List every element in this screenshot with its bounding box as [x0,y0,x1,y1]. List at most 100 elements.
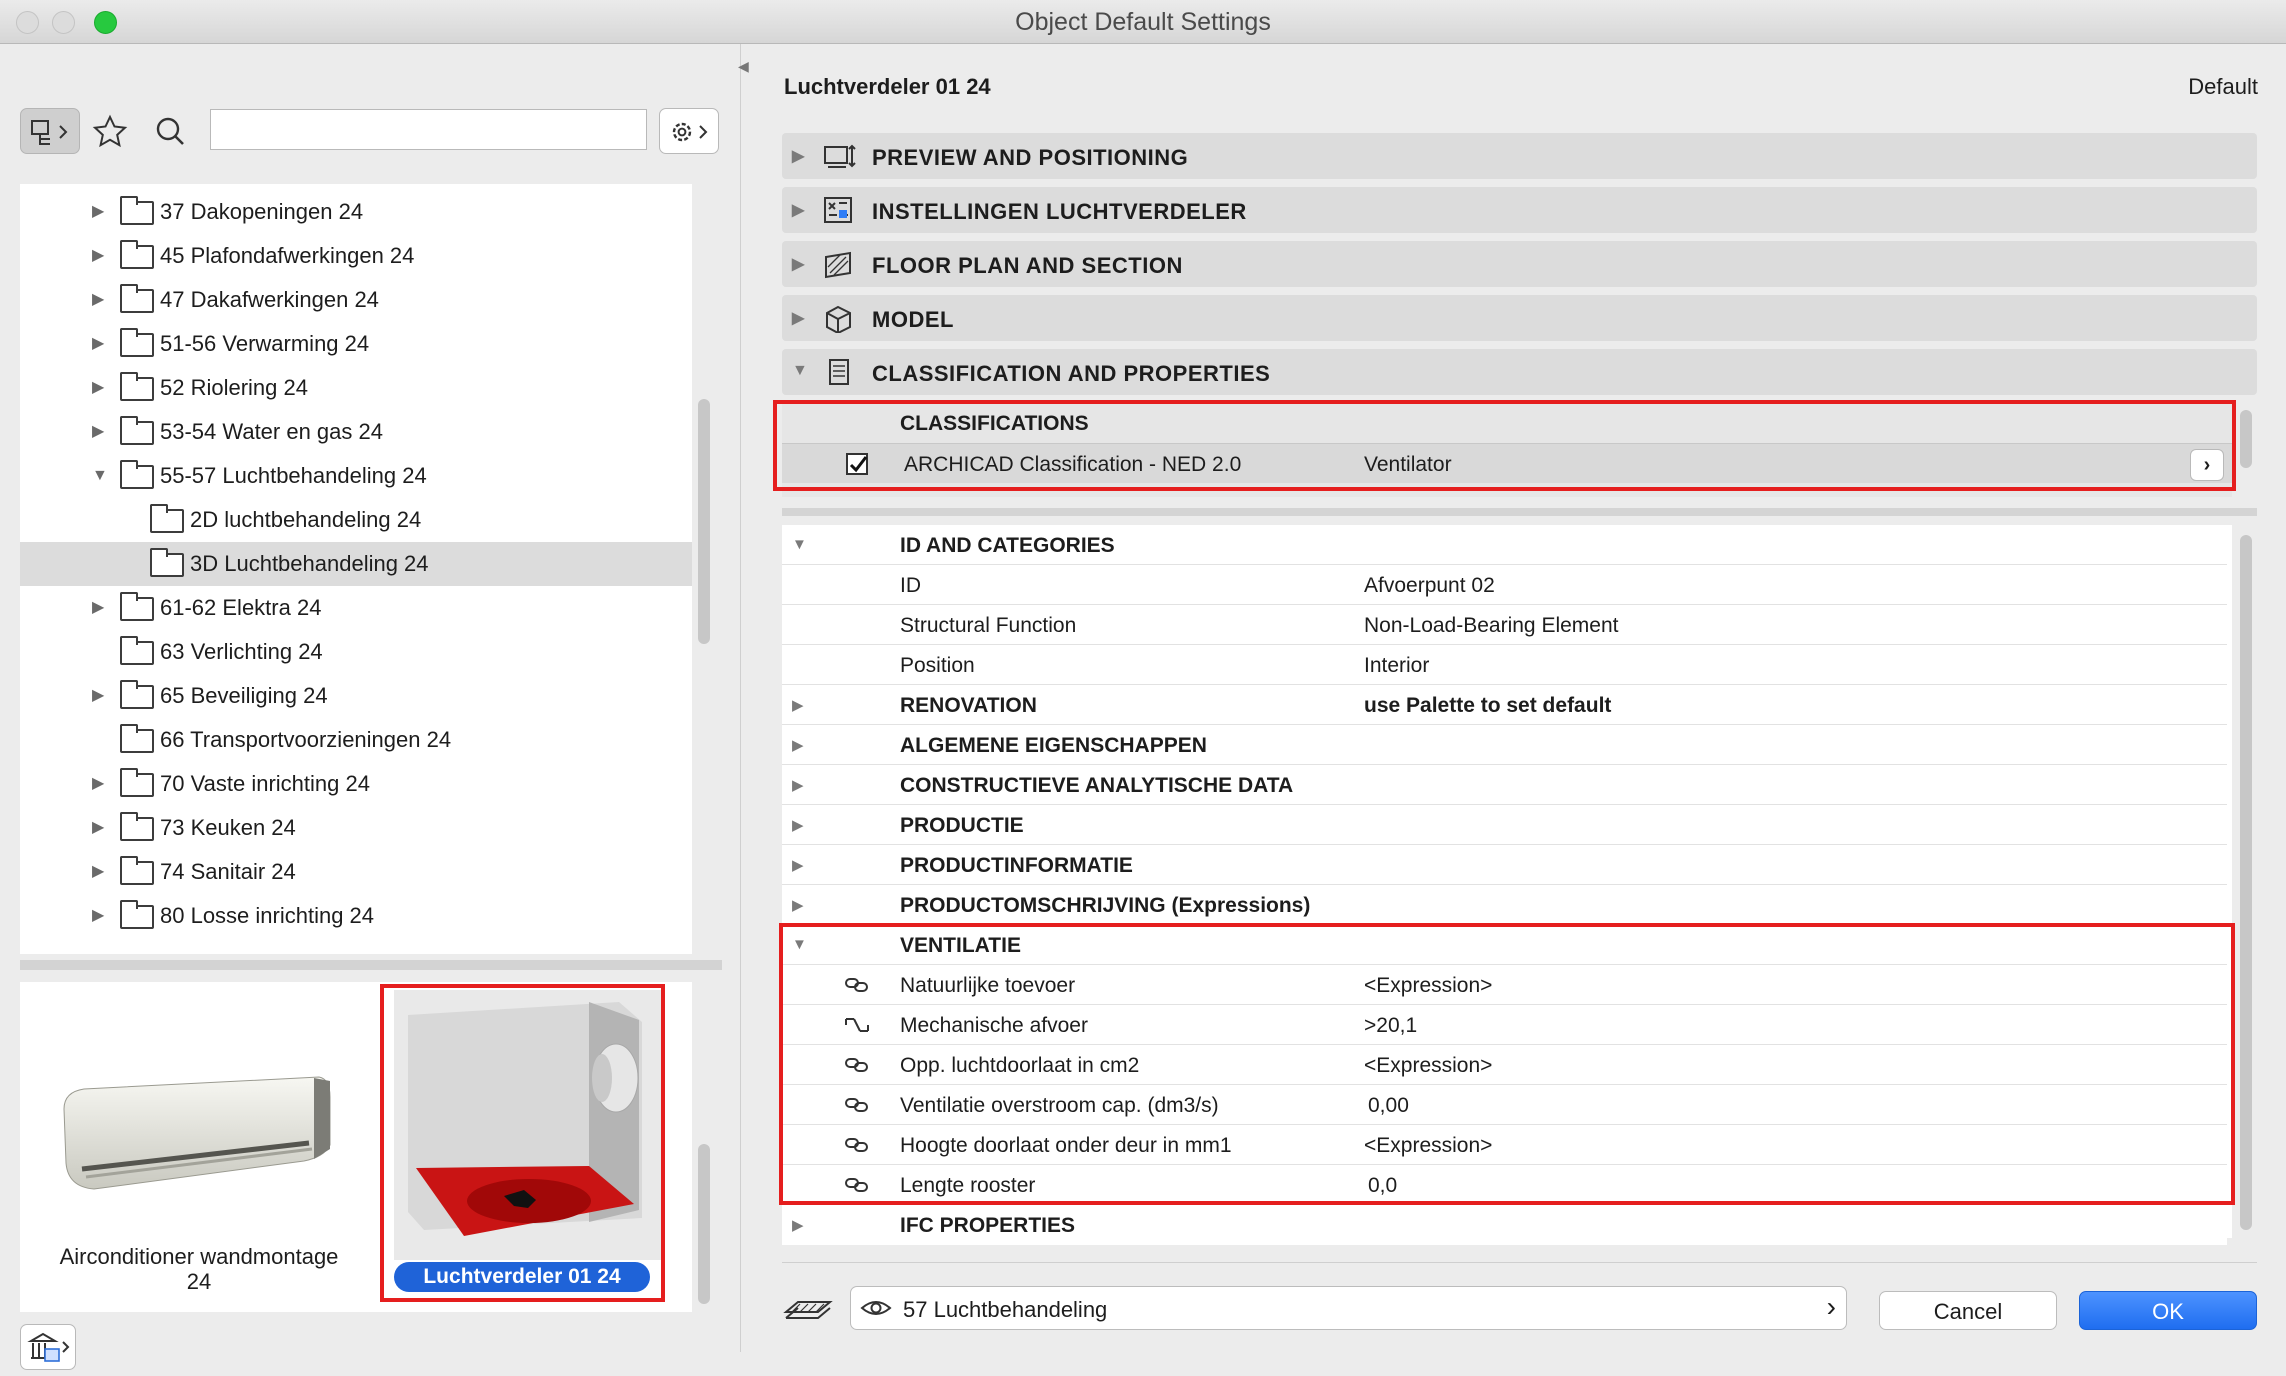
split-arrow-icon[interactable]: ◀ [738,58,749,75]
tree-item[interactable]: 2D luchtbehandeling 24 [20,498,692,542]
star-icon [92,114,128,148]
layer-name: 57 Luchtbehandeling [903,1297,1108,1322]
selected-item-badge: Luchtverdeler 01 24 [394,1262,650,1292]
layer-icon[interactable] [782,1292,834,1326]
tree-item[interactable]: ▶ 52 Riolering 24 [20,366,692,410]
disclosure-collapsed-icon[interactable]: ▶ [92,674,104,718]
tree-item[interactable]: ▼ 55-57 Luchtbehandeling 24 [20,454,692,498]
tree-item[interactable]: 66 Transportvoorzieningen 24 [20,718,692,762]
section-label: MODEL [872,307,954,332]
library-folder-tree[interactable]: ▶ 37 Dakopeningen 24 ▶ 45 Plafondafwerkinge… [20,184,692,954]
tree-item[interactable]: ▶ 61-62 Elektra 24 [20,586,692,630]
tree-scrollbar[interactable] [698,399,710,644]
footer-divider [782,1262,2257,1263]
tree-item[interactable]: ▶ 47 Dakafwerkingen 24 [20,278,692,322]
property-name: Position [900,654,975,677]
folder-icon [120,592,154,621]
disclosure-expanded-icon[interactable]: ▼ [92,454,108,498]
disclosure-collapsed-icon[interactable]: ▶ [92,762,104,806]
group-algemene-eigenschappen[interactable]: ▶ ALGEMENE EIGENSCHAPPEN [782,725,2227,765]
pane-splitter[interactable] [20,960,722,970]
tree-item[interactable]: ▶ 37 Dakopeningen 24 [20,190,692,234]
property-row[interactable]: Position Interior [782,645,2227,685]
search-button[interactable] [148,108,192,154]
group-renovation[interactable]: ▶ RENOVATION use Palette to set default [782,685,2227,725]
tree-item[interactable]: ▶ 45 Plafondafwerkingen 24 [20,234,692,278]
tree-item[interactable]: ▶ 70 Vaste inrichting 24 [20,762,692,806]
property-value[interactable]: Non-Load-Bearing Element [1364,614,1618,638]
disclosure-collapsed-icon[interactable]: ▶ [92,234,104,278]
disclosure-collapsed-icon[interactable]: ▶ [92,850,104,894]
tree-item[interactable]: ▶ 73 Keuken 24 [20,806,692,850]
disclosure-collapsed-icon[interactable]: ▶ [92,190,104,234]
tree-item-label: 80 Losse inrichting 24 [160,903,375,928]
library-settings-button[interactable] [659,108,719,154]
group-productomschrijving[interactable]: ▶ PRODUCTOMSCHRIJVING (Expressions) [782,885,2227,925]
panel-splitter[interactable] [782,508,2257,516]
tree-item-label: 3D Luchtbehandeling 24 [190,551,429,576]
tree-item-label: 55-57 Luchtbehandeling 24 [160,463,427,488]
disclosure-collapsed-icon: ▶ [792,1217,804,1234]
property-row[interactable]: Structural Function Non-Load-Bearing Elem… [782,605,2227,645]
favorites-button[interactable] [88,108,132,154]
group-ifc-properties[interactable]: ▶ IFC PROPERTIES [782,1205,2227,1245]
section-classification-properties[interactable]: ▼ CLASSIFICATION AND PROPERTIES [782,349,2257,395]
tree-item[interactable]: ▶ 65 Beveiliging 24 [20,674,692,718]
gallery-scrollbar[interactable] [698,1144,710,1304]
classifications-scrollbar[interactable] [2240,410,2252,468]
disclosure-collapsed-icon[interactable]: ▶ [92,322,104,366]
gallery-item-airconditioner[interactable]: Airconditioner wandmontage 24 [24,982,374,1312]
tree-item-label: 37 Dakopeningen 24 [160,199,364,224]
tree-item[interactable]: ▶ 74 Sanitair 24 [20,850,692,894]
properties-scrollbar[interactable] [2240,535,2252,1230]
section-floor-plan-section[interactable]: ▶ FLOOR PLAN AND SECTION [782,241,2257,287]
group-id-categories[interactable]: ▼ ID AND CATEGORIES [782,525,2227,565]
section-instellingen-luchtverdeler[interactable]: ▶ INSTELLINGEN LUCHTVERDELER [782,187,2257,233]
tree-item[interactable]: 63 Verlichting 24 [20,630,692,674]
disclosure-collapsed-icon: ▶ [792,737,804,754]
library-browser: ▶ 37 Dakopeningen 24 ▶ 45 Plafondafwerkinge… [0,44,741,1370]
group-productinformatie[interactable]: ▶ PRODUCTINFORMATIE [782,845,2227,885]
tree-item-label: 51-56 Verwarming 24 [160,331,370,356]
ok-button[interactable]: OK [2079,1291,2257,1330]
disclosure-collapsed-icon[interactable]: ▶ [92,586,104,630]
classifications-highlight [773,400,2236,491]
default-label: Default [2188,74,2258,99]
tree-item[interactable]: 3D Luchtbehandeling 24 [20,542,692,586]
disclosure-collapsed-icon: ▶ [792,697,804,714]
tree-item-label: 53-54 Water en gas 24 [160,419,383,444]
tree-item-label: 2D luchtbehandeling 24 [190,507,422,532]
floor-plan-icon [825,251,851,279]
cancel-button[interactable]: Cancel [1879,1291,2057,1330]
property-name: ID [900,574,921,597]
eye-icon [860,1301,892,1315]
ventilatie-highlight [779,923,2235,1205]
section-model[interactable]: ▶ MODEL [782,295,2257,341]
chevron-right-icon: › [1826,1291,1836,1322]
tree-item-label: 70 Vaste inrichting 24 [160,771,370,796]
library-manager-button[interactable] [20,1324,76,1370]
group-constructieve-analytische-data[interactable]: ▶ CONSTRUCTIEVE ANALYTISCHE DATA [782,765,2227,805]
folder-tree-icon [31,120,68,145]
window-title: Object Default Settings [1015,8,1271,36]
disclosure-collapsed-icon[interactable]: ▶ [92,278,104,322]
disclosure-collapsed-icon[interactable]: ▶ [92,894,104,938]
tree-item[interactable]: ▶ 51-56 Verwarming 24 [20,322,692,366]
property-row[interactable]: ID Afvoerpunt 02 [782,565,2227,605]
tree-item[interactable]: ▶ 80 Losse inrichting 24 [20,894,692,938]
folder-view-button[interactable] [20,108,80,154]
folder-icon [120,328,154,357]
group-productie[interactable]: ▶ PRODUCTIE [782,805,2227,845]
disclosure-collapsed-icon[interactable]: ▶ [92,366,104,410]
property-value[interactable]: Interior [1364,654,1429,678]
property-name: Structural Function [900,614,1077,637]
section-preview-positioning[interactable]: ▶ PREVIEW AND POSITIONING [782,133,2257,179]
tree-item[interactable]: ▶ 53-54 Water en gas 24 [20,410,692,454]
property-value[interactable]: Afvoerpunt 02 [1364,574,1495,598]
folder-icon [120,416,154,445]
tree-item-label: 45 Plafondafwerkingen 24 [160,243,415,268]
layer-selector[interactable]: 57 Luchtbehandeling › [850,1286,1847,1330]
disclosure-collapsed-icon[interactable]: ▶ [92,806,104,850]
disclosure-collapsed-icon[interactable]: ▶ [92,410,104,454]
search-input[interactable] [210,109,647,150]
